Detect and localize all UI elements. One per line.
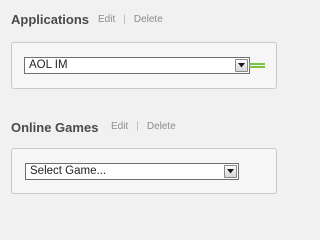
applications-select[interactable]: AOL IM [24, 57, 250, 74]
game-select[interactable]: Select Game... [25, 163, 239, 180]
online-games-actions: Edit | Delete [111, 121, 176, 132]
online-games-edit-link[interactable]: Edit [111, 121, 128, 132]
chevron-down-icon[interactable] [235, 59, 248, 72]
applications-delete-link[interactable]: Delete [134, 14, 163, 25]
game-select-value: Select Game... [30, 165, 107, 177]
applications-select-value: AOL IM [29, 59, 68, 71]
separator: | [136, 121, 139, 132]
separator: | [123, 14, 126, 25]
chevron-down-icon[interactable] [224, 165, 237, 178]
applications-panel: AOL IM [11, 42, 277, 89]
applications-edit-link[interactable]: Edit [98, 14, 115, 25]
drag-handle-icon[interactable] [249, 63, 265, 71]
applications-actions: Edit | Delete [98, 14, 163, 25]
online-games-panel: Select Game... [11, 148, 277, 194]
online-games-delete-link[interactable]: Delete [147, 121, 176, 132]
applications-title: Applications [11, 12, 90, 27]
online-games-title: Online Games [11, 120, 99, 135]
